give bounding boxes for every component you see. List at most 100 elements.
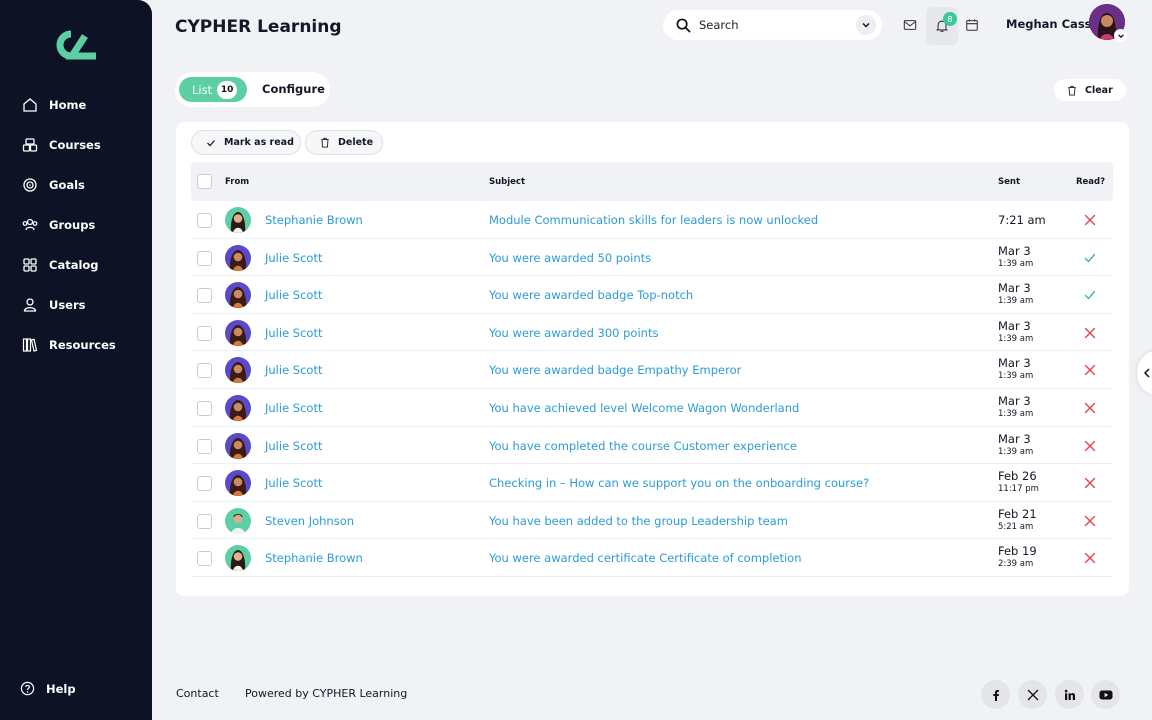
row-checkbox[interactable] [197,476,212,492]
chevron-down-icon [1117,33,1124,38]
row-checkbox[interactable] [197,288,212,304]
youtube-icon [1099,690,1112,699]
search-icon [676,18,691,32]
side-panel-toggle[interactable] [1137,350,1152,396]
sender-link[interactable]: Steven Johnson [265,514,354,528]
sender-avatar [225,319,251,346]
x-icon [1027,689,1038,700]
subject-link[interactable]: You have achieved level Welcome Wagon Wo… [489,401,799,415]
sidebar-item-resources[interactable]: Resources [0,325,152,365]
table-row[interactable]: Steven Johnson You have been added to the… [191,502,1113,540]
mark-as-read-label: Mark as read [224,137,294,148]
subject-link[interactable]: You were awarded badge Top-notch [489,288,693,302]
subject-link[interactable]: You were awarded 300 points [489,326,658,340]
row-checkbox[interactable] [197,325,212,341]
sender-avatar [225,282,251,309]
calendar-button[interactable] [957,10,987,40]
clear-button[interactable]: Clear [1054,79,1126,101]
cypher-logo[interactable] [55,30,97,60]
row-checkbox[interactable] [197,551,212,567]
sent-time: 1:39 am [998,371,1034,382]
unread-x-icon [1084,402,1096,414]
sender-link[interactable]: Julie Scott [265,476,322,490]
unread-x-icon [1084,327,1096,338]
search-bar[interactable] [663,10,882,40]
unread-x-icon [1084,440,1096,451]
notifications-card: Mark as read Delete From Subject Sent Re… [176,122,1129,596]
tab-configure[interactable]: Configure [262,82,325,96]
sidebar-item-label: Courses [49,138,101,152]
row-checkbox[interactable] [197,250,212,266]
sender-link[interactable]: Julie Scott [265,401,322,415]
table-row[interactable]: Julie Scott You were awarded badge Empath… [191,351,1113,389]
catalog-icon [23,258,37,272]
sent-date: Feb 26 [998,469,1037,484]
notifications-button[interactable]: 8 [926,7,958,45]
sender-link[interactable]: Julie Scott [265,251,322,265]
sender-link[interactable]: Stephanie Brown [265,213,363,227]
facebook-button[interactable] [981,680,1010,709]
sender-link[interactable]: Stephanie Brown [265,551,363,565]
subject-link[interactable]: You were awarded certificate Certificate… [489,551,802,565]
sender-link[interactable]: Julie Scott [265,326,322,340]
x-button[interactable] [1018,680,1047,709]
table-row[interactable]: Julie Scott You were awarded badge Top-no… [191,276,1113,314]
column-header-sent[interactable]: Sent [998,177,1020,187]
search-scope-dropdown[interactable] [856,15,876,35]
search-input[interactable] [699,18,839,32]
sidebar-item-users[interactable]: Users [0,285,152,325]
help-icon [20,681,35,696]
powered-by-link[interactable]: Powered by CYPHER Learning [245,687,407,700]
delete-button[interactable]: Delete [305,130,383,155]
help-link[interactable]: Help [20,681,76,696]
facebook-icon [992,689,999,701]
select-all-checkbox[interactable] [197,174,212,189]
sent-time: 11:17 pm [998,484,1039,495]
row-checkbox[interactable] [197,401,212,416]
subject-link[interactable]: Module Communication skills for leaders … [489,213,818,227]
subject-link[interactable]: You have been added to the group Leaders… [489,514,788,528]
sidebar-item-catalog[interactable]: Catalog [0,245,152,285]
sidebar-item-courses[interactable]: Courses [0,125,152,165]
tab-list[interactable]: List 10 [179,77,247,102]
sent-date: Feb 21 [998,506,1037,521]
table-row[interactable]: Julie Scott You were awarded 50 points Mar… [191,239,1113,277]
table-row[interactable]: Stephanie Brown Module Communication skil… [191,201,1113,239]
contact-link[interactable]: Contact [176,687,219,700]
goals-icon [23,178,37,192]
user-name[interactable]: Meghan Cass [1006,17,1092,31]
sender-link[interactable]: Julie Scott [265,363,322,377]
table-row[interactable]: Julie Scott Checking in – How can we supp… [191,464,1113,502]
mail-button[interactable] [895,10,925,40]
column-header-subject[interactable]: Subject [489,177,525,187]
table-row[interactable]: Julie Scott You have completed the course… [191,427,1113,465]
youtube-button[interactable] [1091,680,1120,709]
table-row[interactable]: Julie Scott You were awarded 300 points Ma… [191,314,1113,352]
table-row[interactable]: Julie Scott You have achieved level Welco… [191,389,1113,427]
subject-link[interactable]: You have completed the course Customer e… [489,439,797,453]
subject-link[interactable]: You were awarded 50 points [489,251,651,265]
sent-date: Mar 3 [998,243,1031,258]
subject-link[interactable]: You were awarded badge Empathy Emperor [489,363,741,377]
sidebar-item-goals[interactable]: Goals [0,165,152,205]
app-title: CYPHER Learning [175,17,342,37]
column-header-read[interactable]: Read? [1076,177,1105,187]
column-header-from[interactable]: From [225,177,249,187]
mark-as-read-button[interactable]: Mark as read [191,130,301,155]
sender-link[interactable]: Julie Scott [265,439,322,453]
sidebar-item-home[interactable]: Home [0,85,152,125]
sender-avatar [225,395,251,421]
row-checkbox[interactable] [197,513,212,529]
sidebar-item-label: Resources [49,338,116,352]
sender-link[interactable]: Julie Scott [265,288,322,302]
sent-date: Mar 3 [998,394,1031,408]
user-menu-caret[interactable] [1114,29,1127,42]
row-checkbox[interactable] [197,438,212,454]
table-row[interactable]: Stephanie Brown You were awarded certific… [191,539,1113,577]
linkedin-button[interactable] [1055,680,1084,709]
row-checkbox[interactable] [197,363,212,379]
sidebar-item-groups[interactable]: Groups [0,205,152,245]
sent-date: Mar 3 [998,356,1031,371]
row-checkbox[interactable] [197,213,212,228]
subject-link[interactable]: Checking in – How can we support you on … [489,476,869,490]
